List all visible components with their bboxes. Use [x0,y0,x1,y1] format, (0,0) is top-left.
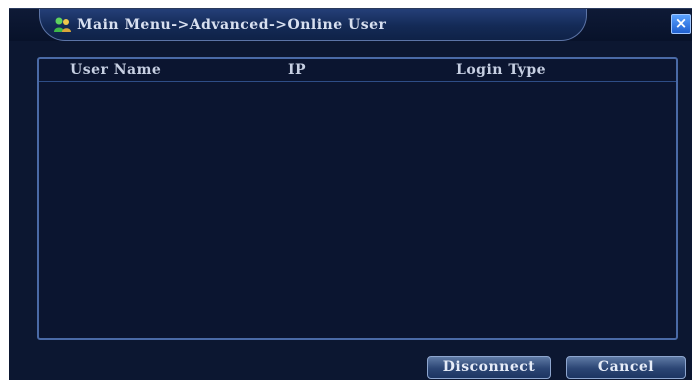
users-icon [53,16,73,34]
online-user-window: Main Menu->Advanced->Online User × User … [9,8,692,380]
window-title: Main Menu->Advanced->Online User [77,17,387,33]
disconnect-button[interactable]: Disconnect [427,356,551,379]
column-header-user-name: User Name [70,62,162,78]
table-body[interactable] [39,82,676,338]
cancel-button[interactable]: Cancel [566,356,686,379]
close-icon[interactable]: × [671,14,691,34]
table-header: User Name IP Login Type [39,59,676,82]
column-header-login-type: Login Type [456,62,547,78]
online-user-table: User Name IP Login Type [37,57,678,340]
column-header-ip: IP [288,62,307,78]
title-bar: Main Menu->Advanced->Online User × [9,9,692,41]
